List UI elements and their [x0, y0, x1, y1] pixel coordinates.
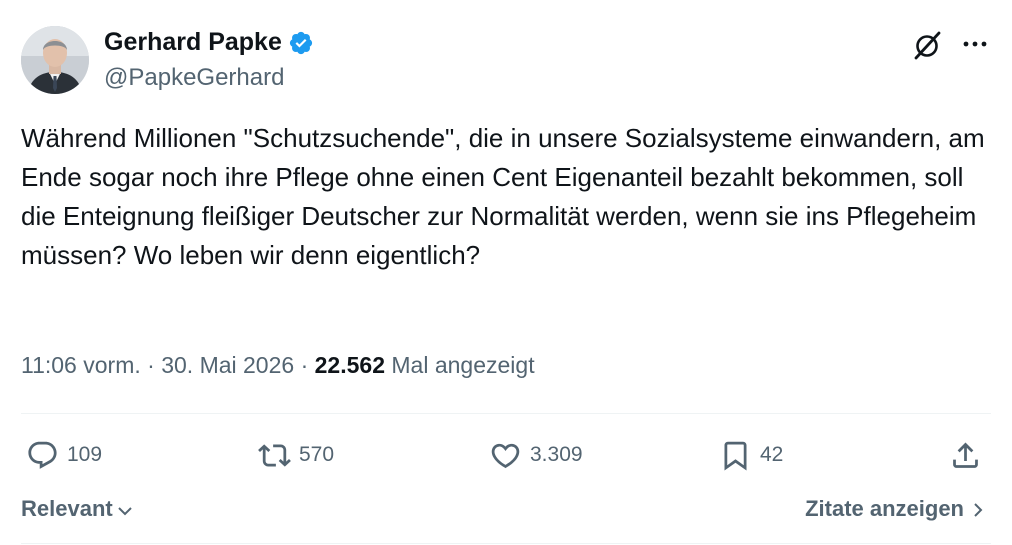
grok-icon[interactable] — [912, 29, 944, 61]
author-name[interactable]: Gerhard Papke — [104, 28, 282, 57]
tweet-time[interactable]: 11:06 vorm. — [21, 352, 141, 378]
reply-count: 109 — [67, 443, 103, 466]
author-name-row[interactable]: Gerhard Papke — [104, 28, 314, 57]
reply-icon — [28, 441, 57, 469]
meta-separator: · — [300, 352, 309, 378]
avatar[interactable] — [21, 26, 89, 94]
sort-dropdown[interactable]: Relevant — [21, 496, 135, 522]
like-button[interactable]: 3.309 — [489, 437, 583, 473]
author-handle[interactable]: @PapkeGerhard — [104, 64, 284, 92]
views-count: 22.562 — [314, 352, 385, 378]
sort-label: Relevant — [21, 496, 113, 521]
retweet-icon — [258, 443, 291, 467]
divider — [21, 543, 991, 544]
chevron-right-icon — [974, 503, 983, 517]
verified-badge-icon — [288, 30, 314, 56]
tweet-text: Während Millionen "Schutzsuchende", die … — [21, 123, 992, 270]
bookmark-count: 42 — [760, 443, 784, 466]
share-button[interactable] — [949, 437, 982, 473]
retweet-count: 570 — [299, 443, 335, 466]
like-count: 3.309 — [530, 443, 583, 466]
meta-separator: · — [147, 352, 155, 378]
like-icon — [491, 443, 520, 468]
tweet-detail: Gerhard Papke @PapkeGerhard Während Mill… — [0, 0, 1012, 545]
divider — [21, 413, 991, 414]
avatar-image — [21, 26, 89, 94]
chevron-down-icon — [118, 507, 132, 516]
reply-button[interactable]: 109 — [26, 437, 102, 473]
tweet-meta: 11:06 vorm. · 30. Mai 2026 · 22.562 Mal … — [21, 352, 535, 379]
retweet-button[interactable]: 570 — [258, 437, 334, 473]
more-icon[interactable] — [960, 31, 990, 57]
bookmark-icon — [724, 441, 747, 471]
bookmark-button[interactable]: 42 — [719, 437, 783, 473]
quotes-label: Zitate anzeigen — [805, 496, 964, 521]
view-quotes-link[interactable]: Zitate anzeigen — [805, 496, 988, 522]
share-icon — [953, 442, 978, 468]
views-label: Mal angezeigt — [391, 352, 535, 378]
tweet-date[interactable]: 30. Mai 2026 — [161, 352, 294, 378]
